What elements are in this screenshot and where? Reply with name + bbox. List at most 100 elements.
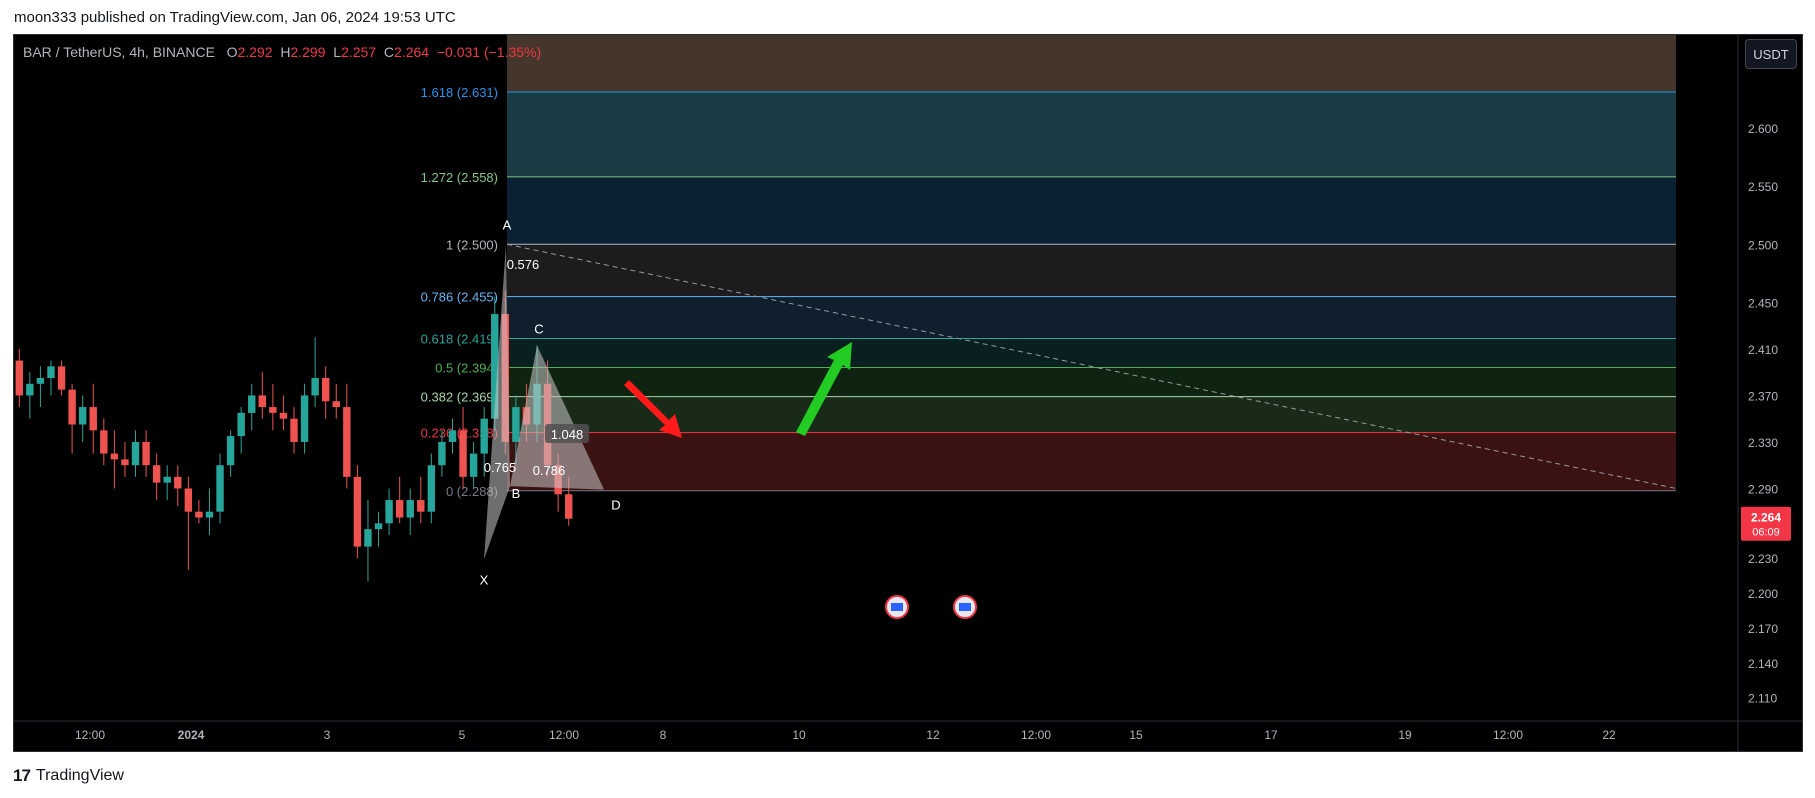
candle-body	[311, 378, 319, 396]
harmonic-ratio-label: 1.048	[551, 427, 584, 442]
chart-canvas[interactable]: 1.618 (2.631) 1.272 (2.558) 1 (2.500) 0.786…	[14, 35, 1802, 751]
bar-countdown: 06:09	[1752, 527, 1780, 539]
fib-level-label: 0.382 (2.369)	[421, 390, 498, 405]
candle-body	[417, 500, 425, 512]
candle-body	[57, 366, 66, 390]
time-axis-tick-label: 15	[1129, 728, 1143, 742]
fib-zone-band	[507, 296, 1676, 339]
chart-pane[interactable]: 1.618 (2.631) 1.272 (2.558) 1 (2.500) 0.786…	[13, 34, 1803, 752]
candle-body	[374, 523, 383, 530]
candle-body	[353, 476, 362, 547]
price-scale-tick-label: 2.330	[1748, 436, 1778, 450]
candle-body	[184, 488, 193, 512]
candle-body	[512, 407, 520, 442]
fib-level-label: 1.618 (2.631)	[421, 85, 498, 100]
price-scale-tick-label: 2.370	[1748, 389, 1778, 403]
fib-zone-band	[507, 396, 1676, 433]
harmonic-ratio-label: 0.786	[533, 463, 566, 478]
candle-body	[279, 412, 288, 419]
harmonic-ratio-label: 0.765	[484, 460, 517, 475]
candle-body	[47, 366, 55, 378]
candle-body	[300, 395, 309, 442]
time-axis-tick-label: 22	[1602, 728, 1616, 742]
candle-body	[131, 441, 140, 466]
fib-zone-band	[507, 91, 1676, 177]
time-axis-tick-label: 5	[459, 728, 466, 742]
price-scale-tick-label: 2.290	[1748, 482, 1778, 496]
symbol-name: BAR / TetherUS, 4h, BINANCE	[23, 44, 215, 60]
us-flag-event-icon-detail	[959, 603, 971, 611]
candle-body	[152, 465, 161, 483]
time-axis-tick-label: 8	[660, 728, 667, 742]
candle-body	[332, 401, 340, 408]
candle-body	[385, 500, 393, 524]
us-flag-event-icon-detail	[891, 603, 903, 611]
open-label: O	[226, 44, 238, 60]
high-label: H	[280, 44, 291, 60]
candle-body	[269, 407, 277, 413]
candle-body	[110, 453, 119, 460]
candle-body	[322, 378, 330, 402]
symbol-legend: BAR / TetherUS, 4h, BINANCE O2.292 H2.29…	[23, 44, 541, 60]
candle-body	[68, 389, 76, 425]
fib-zone-band	[507, 244, 1676, 297]
candle-body	[395, 500, 404, 518]
fib-level-label: 0.786 (2.455)	[421, 290, 498, 305]
fib-level-label: 0.618 (2.419)	[421, 331, 498, 346]
candle-body	[36, 378, 45, 384]
price-scale-tick-label: 2.550	[1748, 180, 1778, 194]
harmonic-point-label-b: B	[512, 486, 521, 501]
candle-body	[142, 441, 150, 466]
time-axis-tick-label: 3	[324, 728, 331, 742]
price-scale-tick-label: 2.170	[1748, 622, 1778, 636]
currency-unit-button[interactable]: USDT	[1745, 39, 1797, 69]
candle-body	[258, 395, 266, 408]
low-value: 2.257	[341, 44, 377, 60]
price-scale-tick-label: 2.110	[1748, 692, 1777, 706]
candle-body	[480, 418, 488, 454]
open-value: 2.292	[237, 44, 273, 60]
price-scale-tick-label: 2.200	[1748, 587, 1778, 601]
harmonic-ratio-label: 0.576	[507, 257, 540, 272]
price-scale-tick-label: 2.600	[1748, 122, 1778, 136]
candle-body	[406, 500, 414, 518]
candle-body	[174, 476, 182, 489]
time-axis-tick-label: 12:00	[75, 728, 105, 742]
tradingview-logo[interactable]: 17 TradingView	[13, 766, 124, 786]
candle-body	[26, 383, 34, 396]
harmonic-point-label-x: X	[480, 572, 489, 587]
fib-level-label: 0.5 (2.394)	[435, 361, 498, 376]
change-value: −0.031 (−1.35%)	[436, 44, 542, 60]
time-axis-tick-label: 12:00	[1021, 728, 1051, 742]
candle-body	[290, 418, 298, 442]
price-scale-tick-label: 2.230	[1748, 552, 1778, 566]
candle-body	[237, 412, 245, 437]
candle-body	[565, 494, 573, 519]
candle-body	[100, 430, 108, 454]
time-axis-tick-label: 17	[1264, 728, 1278, 742]
low-label: L	[333, 44, 342, 60]
candle-body	[343, 407, 351, 477]
fib-zone-band	[507, 367, 1676, 397]
candle-body	[15, 360, 23, 396]
fib-zone-band	[507, 176, 1676, 245]
price-scale-tick-label: 2.450	[1748, 296, 1778, 310]
time-axis-tick-label: 10	[792, 728, 806, 742]
harmonic-point-label-a: A	[503, 217, 512, 232]
candle-body	[78, 407, 87, 425]
fib-top-band	[507, 35, 1676, 92]
candle-body	[205, 511, 214, 518]
close-value: 2.264	[394, 44, 430, 60]
time-axis-tick-label: 12	[926, 728, 940, 742]
fib-zone-band	[507, 338, 1676, 368]
fib-level-label: 1.272 (2.558)	[421, 170, 498, 185]
price-scale-tick-label: 2.140	[1748, 657, 1778, 671]
time-axis-tick-label: 12:00	[549, 728, 579, 742]
price-scale-tick-label: 2.410	[1748, 343, 1778, 357]
candle-body	[216, 465, 224, 512]
high-value: 2.299	[290, 44, 326, 60]
tradingview-brand-text: TradingView	[35, 767, 124, 784]
candle-body	[364, 529, 372, 547]
price-scale-tick-label: 2.500	[1748, 238, 1778, 252]
candle-body	[226, 436, 235, 466]
